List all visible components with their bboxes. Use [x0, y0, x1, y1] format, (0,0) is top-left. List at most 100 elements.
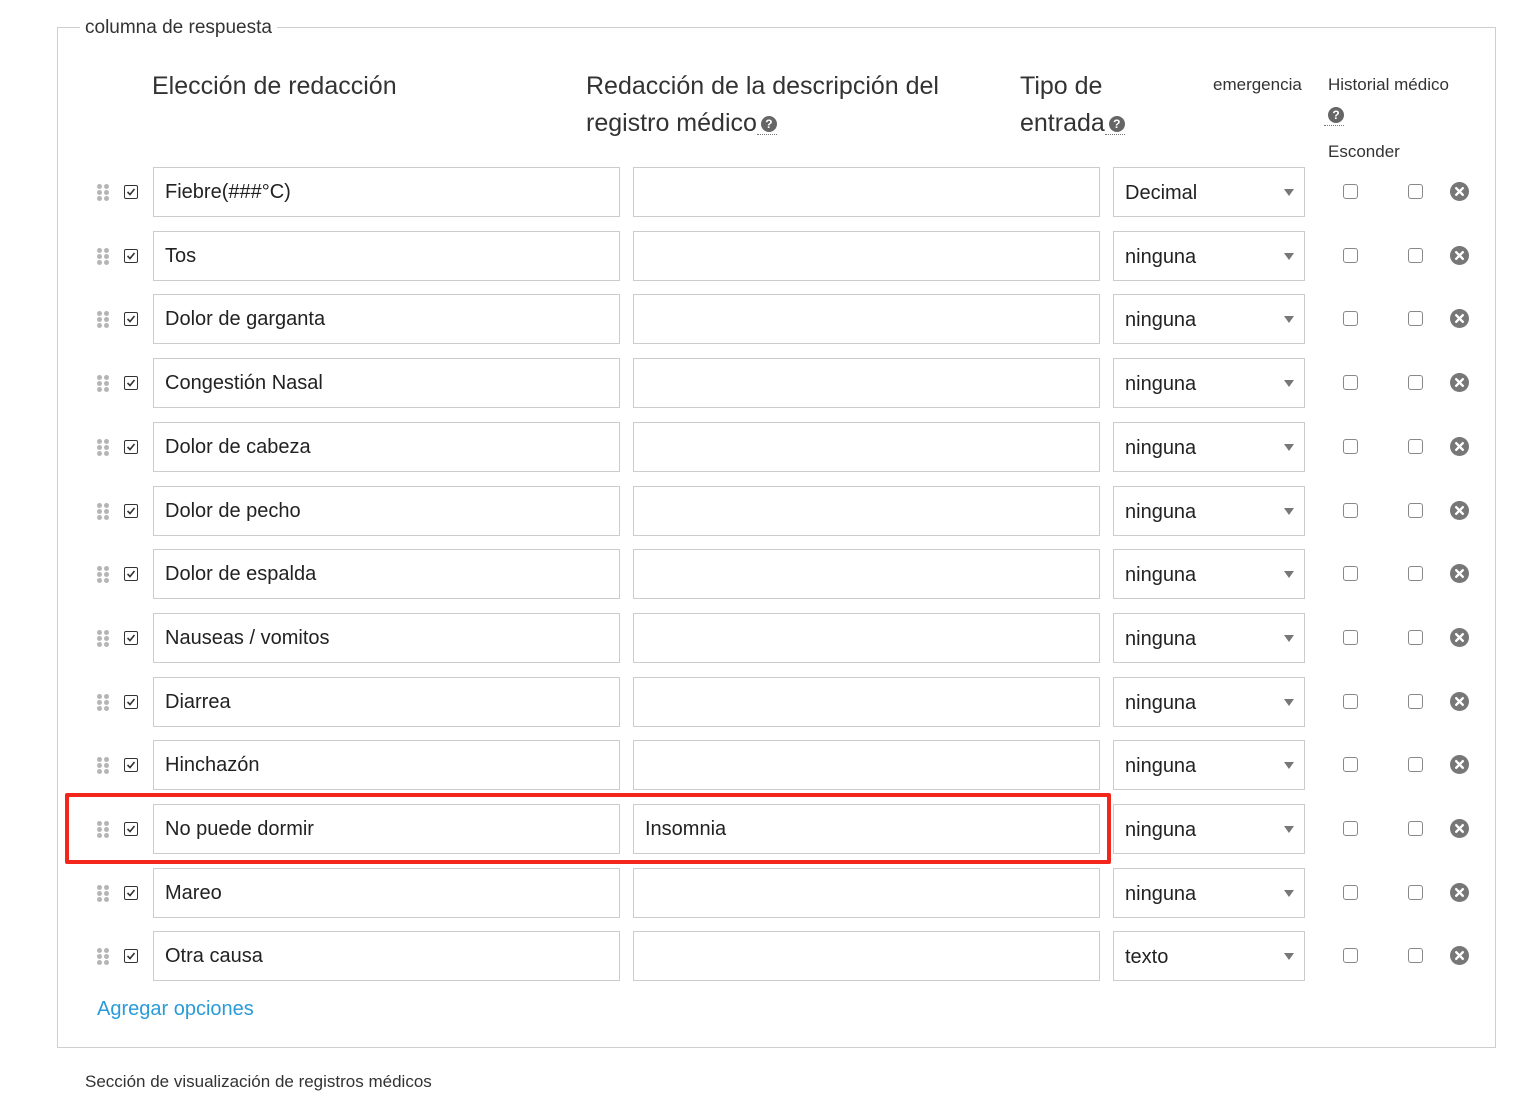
- emergency-checkbox[interactable]: [1343, 757, 1358, 772]
- description-text-input[interactable]: [633, 613, 1100, 663]
- checked-square-icon[interactable]: [124, 567, 138, 581]
- choice-text-input[interactable]: [153, 868, 620, 918]
- description-text-input[interactable]: [633, 486, 1100, 536]
- add-options-link[interactable]: Agregar opciones: [97, 997, 254, 1021]
- input-type-select[interactable]: ninguna: [1113, 231, 1305, 281]
- checked-square-icon[interactable]: [124, 376, 138, 390]
- emergency-checkbox[interactable]: [1343, 694, 1358, 709]
- drag-handle-icon[interactable]: [97, 821, 109, 839]
- choice-text-input[interactable]: [153, 740, 620, 790]
- description-text-input[interactable]: [633, 549, 1100, 599]
- input-type-select[interactable]: ninguna: [1113, 358, 1305, 408]
- drag-handle-icon[interactable]: [97, 630, 109, 648]
- emergency-checkbox[interactable]: [1343, 948, 1358, 963]
- input-type-select[interactable]: ninguna: [1113, 740, 1305, 790]
- choice-text-input[interactable]: [153, 422, 620, 472]
- choice-text-input[interactable]: [153, 931, 620, 981]
- checked-square-icon[interactable]: [124, 185, 138, 199]
- emergency-checkbox[interactable]: [1343, 248, 1358, 263]
- input-type-select[interactable]: ninguna: [1113, 486, 1305, 536]
- input-type-select[interactable]: ninguna: [1113, 868, 1305, 918]
- emergency-checkbox[interactable]: [1343, 630, 1358, 645]
- emergency-checkbox[interactable]: [1343, 566, 1358, 581]
- choice-text-input[interactable]: [153, 294, 620, 344]
- hide-checkbox[interactable]: [1408, 821, 1423, 836]
- header-description-help[interactable]: ?: [756, 114, 777, 135]
- emergency-checkbox[interactable]: [1343, 184, 1358, 199]
- remove-circle-icon[interactable]: [1450, 182, 1469, 201]
- choice-text-input[interactable]: [153, 549, 620, 599]
- remove-circle-icon[interactable]: [1450, 373, 1469, 392]
- drag-handle-icon[interactable]: [97, 311, 109, 329]
- choice-text-input[interactable]: [153, 486, 620, 536]
- emergency-checkbox[interactable]: [1343, 503, 1358, 518]
- description-text-input[interactable]: [633, 931, 1100, 981]
- remove-circle-icon[interactable]: [1450, 628, 1469, 647]
- hide-checkbox[interactable]: [1408, 757, 1423, 772]
- hide-checkbox[interactable]: [1408, 375, 1423, 390]
- hide-checkbox[interactable]: [1408, 630, 1423, 645]
- remove-circle-icon[interactable]: [1450, 883, 1469, 902]
- input-type-select[interactable]: ninguna: [1113, 613, 1305, 663]
- hide-checkbox[interactable]: [1408, 311, 1423, 326]
- checked-square-icon[interactable]: [124, 695, 138, 709]
- choice-text-input[interactable]: [153, 167, 620, 217]
- emergency-checkbox[interactable]: [1343, 375, 1358, 390]
- description-text-input[interactable]: [633, 358, 1100, 408]
- drag-handle-icon[interactable]: [97, 439, 109, 457]
- checked-square-icon[interactable]: [124, 312, 138, 326]
- remove-circle-icon[interactable]: [1450, 692, 1469, 711]
- hide-checkbox[interactable]: [1408, 503, 1423, 518]
- drag-handle-icon[interactable]: [97, 757, 109, 775]
- description-text-input[interactable]: [633, 677, 1100, 727]
- description-text-input[interactable]: [633, 740, 1100, 790]
- emergency-checkbox[interactable]: [1343, 821, 1358, 836]
- hide-checkbox[interactable]: [1408, 948, 1423, 963]
- description-text-input[interactable]: [633, 868, 1100, 918]
- choice-text-input[interactable]: [153, 358, 620, 408]
- hide-checkbox[interactable]: [1408, 566, 1423, 581]
- choice-text-input[interactable]: [153, 231, 620, 281]
- remove-circle-icon[interactable]: [1450, 819, 1469, 838]
- checked-square-icon[interactable]: [124, 249, 138, 263]
- hide-checkbox[interactable]: [1408, 694, 1423, 709]
- remove-circle-icon[interactable]: [1450, 309, 1469, 328]
- checked-square-icon[interactable]: [124, 949, 138, 963]
- drag-handle-icon[interactable]: [97, 885, 109, 903]
- hide-checkbox[interactable]: [1408, 439, 1423, 454]
- remove-circle-icon[interactable]: [1450, 501, 1469, 520]
- description-text-input[interactable]: [633, 804, 1100, 854]
- remove-circle-icon[interactable]: [1450, 564, 1469, 583]
- drag-handle-icon[interactable]: [97, 948, 109, 966]
- emergency-checkbox[interactable]: [1343, 439, 1358, 454]
- drag-handle-icon[interactable]: [97, 375, 109, 393]
- checked-square-icon[interactable]: [124, 758, 138, 772]
- drag-handle-icon[interactable]: [97, 566, 109, 584]
- choice-text-input[interactable]: [153, 677, 620, 727]
- input-type-select[interactable]: ninguna: [1113, 422, 1305, 472]
- drag-handle-icon[interactable]: [97, 184, 109, 202]
- checked-square-icon[interactable]: [124, 440, 138, 454]
- hide-checkbox[interactable]: [1408, 248, 1423, 263]
- drag-handle-icon[interactable]: [97, 694, 109, 712]
- description-text-input[interactable]: [633, 231, 1100, 281]
- header-medical-history-help[interactable]: ?: [1324, 107, 1344, 127]
- input-type-select[interactable]: ninguna: [1113, 549, 1305, 599]
- remove-circle-icon[interactable]: [1450, 437, 1469, 456]
- input-type-select[interactable]: Decimal: [1113, 167, 1305, 217]
- hide-checkbox[interactable]: [1408, 885, 1423, 900]
- input-type-select[interactable]: ninguna: [1113, 294, 1305, 344]
- header-input-type-help[interactable]: ?: [1104, 114, 1125, 135]
- remove-circle-icon[interactable]: [1450, 246, 1469, 265]
- input-type-select[interactable]: ninguna: [1113, 677, 1305, 727]
- description-text-input[interactable]: [633, 422, 1100, 472]
- drag-handle-icon[interactable]: [97, 248, 109, 266]
- input-type-select[interactable]: ninguna: [1113, 804, 1305, 854]
- checked-square-icon[interactable]: [124, 822, 138, 836]
- description-text-input[interactable]: [633, 167, 1100, 217]
- checked-square-icon[interactable]: [124, 886, 138, 900]
- choice-text-input[interactable]: [153, 613, 620, 663]
- drag-handle-icon[interactable]: [97, 503, 109, 521]
- emergency-checkbox[interactable]: [1343, 311, 1358, 326]
- choice-text-input[interactable]: [153, 804, 620, 854]
